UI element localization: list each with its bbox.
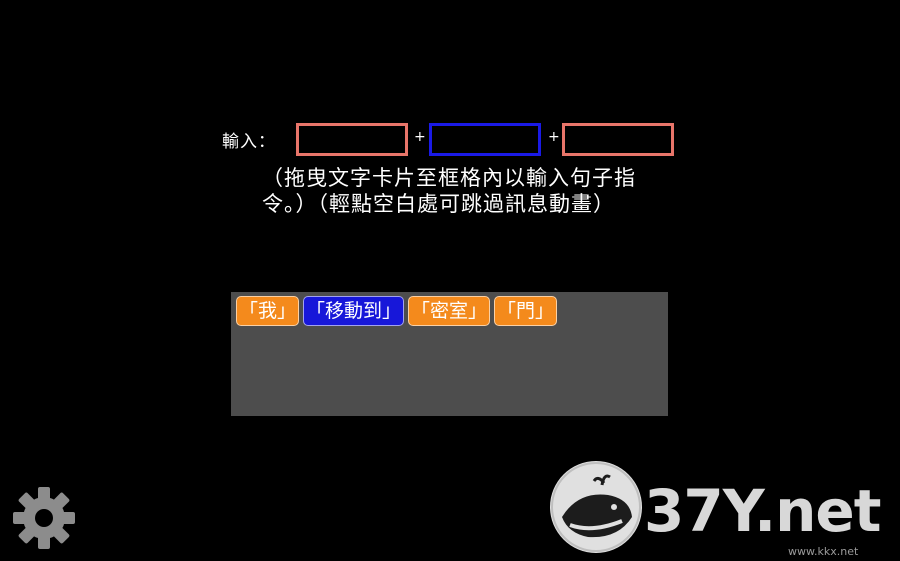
watermark-url: www.kkx.net (788, 545, 859, 558)
sentence-slot-verb[interactable] (429, 123, 541, 156)
sentence-slot-object[interactable] (562, 123, 674, 156)
input-label: 輸入： (222, 132, 276, 152)
watermark-logo: 37Y.net www.kkx.net (548, 455, 888, 559)
word-card-verb[interactable]: 「移動到」 (303, 296, 405, 326)
word-card-tray: 「我」 「移動到」 「密室」 「門」 (231, 292, 668, 416)
watermark-brand: 37Y.net (644, 477, 881, 545)
gear-icon[interactable] (12, 486, 76, 550)
game-screen[interactable]: 輸入： + + （拖曳文字卡片至框格內以輸入句子指令。）（輕點空白處可跳過訊息動… (0, 0, 900, 561)
whale-logo-icon (550, 461, 642, 553)
card-row: 「我」 「移動到」 「密室」 「門」 (236, 296, 558, 326)
word-card-subject[interactable]: 「我」 (236, 296, 300, 326)
plus-sign: + (548, 129, 560, 145)
word-card-object[interactable]: 「門」 (494, 296, 558, 326)
instruction-text: （拖曳文字卡片至框格內以輸入句子指令。）（輕點空白處可跳過訊息動畫） (262, 166, 636, 216)
sentence-slot-subject[interactable] (296, 123, 408, 156)
word-card-location[interactable]: 「密室」 (408, 296, 491, 326)
plus-sign: + (414, 129, 426, 145)
